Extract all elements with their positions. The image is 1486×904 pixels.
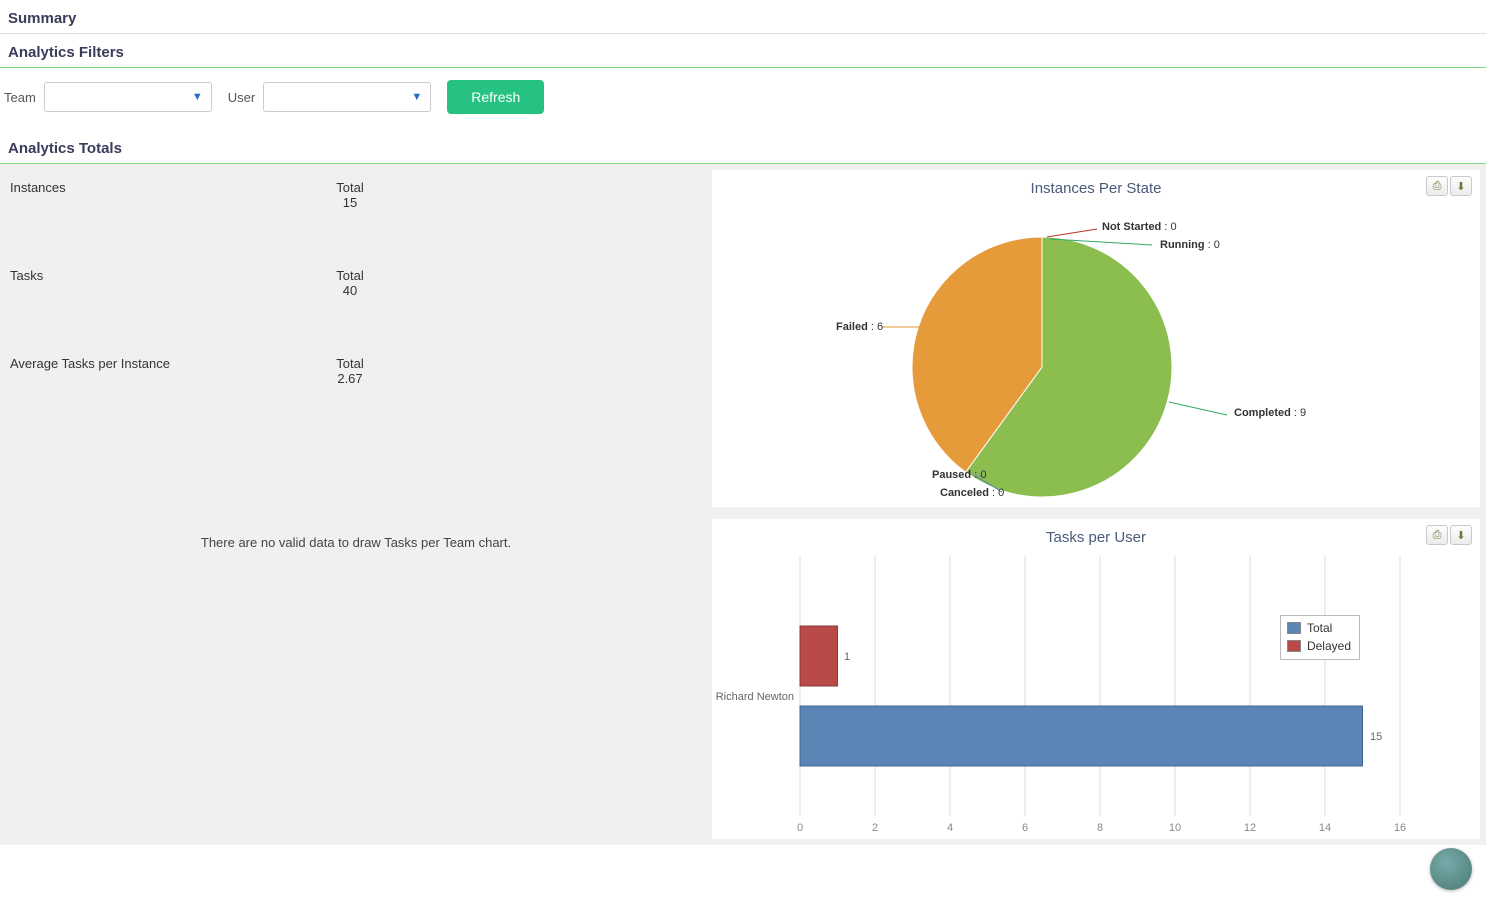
kpi-avg-total-label: Total — [336, 356, 363, 371]
svg-text:8: 8 — [1097, 822, 1103, 834]
chevron-down-icon: ▼ — [411, 91, 422, 103]
no-team-data-message: There are no valid data to draw Tasks pe… — [0, 513, 712, 845]
pie-title: Instances Per State — [712, 170, 1480, 197]
pie-panel: ⎙ ⬇ Instances Per State — [712, 170, 1480, 507]
pie-toolbar: ⎙ ⬇ — [1426, 176, 1472, 196]
svg-text:15: 15 — [1370, 731, 1382, 743]
totals-header: Analytics Totals — [0, 130, 1486, 164]
filters-header: Analytics Filters — [0, 34, 1486, 68]
pie-label-running: Running : 0 — [1160, 239, 1220, 251]
pie-chart: Not Started : 0 Running : 0 Completed : … — [712, 197, 1480, 507]
legend-swatch-delayed — [1287, 640, 1301, 652]
svg-text:1: 1 — [844, 651, 850, 663]
svg-text:0: 0 — [797, 822, 803, 834]
kpi-tasks-total-label: Total — [336, 268, 363, 283]
pie-label-completed: Completed : 9 — [1234, 407, 1306, 419]
print-icon[interactable]: ⎙ — [1426, 176, 1448, 196]
bar-toolbar: ⎙ ⬇ — [1426, 525, 1472, 545]
pie-label-paused: Paused : 0 — [932, 469, 986, 481]
refresh-button[interactable]: Refresh — [447, 80, 544, 114]
bar-chart: 1 15 0 2 4 6 8 10 12 14 16 Richard Newto… — [712, 546, 1472, 836]
kpi-instances-value: 15 — [310, 195, 390, 210]
assistant-avatar-icon[interactable] — [1430, 848, 1472, 890]
summary-header: Summary — [0, 0, 1486, 34]
lower-area: There are no valid data to draw Tasks pe… — [0, 513, 1486, 845]
bar-title: Tasks per User — [712, 519, 1480, 546]
legend-total-label: Total — [1307, 619, 1332, 637]
legend-delayed: Delayed — [1287, 637, 1351, 655]
pie-label-canceled: Canceled : 0 — [940, 487, 1004, 499]
bar-panel: ⎙ ⬇ Tasks per User 1 — [712, 519, 1480, 839]
svg-text:Richard Newton: Richard Newton — [716, 691, 794, 703]
bar-legend: Total Delayed — [1280, 615, 1360, 660]
pie-label-not-started: Not Started : 0 — [1102, 221, 1177, 233]
svg-text:10: 10 — [1169, 822, 1181, 834]
print-icon[interactable]: ⎙ — [1426, 525, 1448, 545]
kpi-instances-total-label: Total — [336, 180, 363, 195]
legend-delayed-label: Delayed — [1307, 637, 1351, 655]
svg-text:14: 14 — [1319, 822, 1331, 834]
user-dropdown[interactable]: ▼ — [263, 82, 431, 112]
svg-text:16: 16 — [1394, 822, 1406, 834]
kpi-avg-label: Average Tasks per Instance — [10, 356, 310, 386]
pie-label-failed: Failed : 6 — [836, 321, 883, 333]
legend-swatch-total — [1287, 622, 1301, 634]
team-label: Team — [4, 90, 36, 105]
download-icon[interactable]: ⬇ — [1450, 525, 1472, 545]
kpi-panel: Instances Total 15 Tasks Total 40 Averag… — [0, 164, 712, 513]
team-dropdown[interactable]: ▼ — [44, 82, 212, 112]
user-label: User — [228, 90, 255, 105]
legend-total: Total — [1287, 619, 1351, 637]
totals-area: Instances Total 15 Tasks Total 40 Averag… — [0, 164, 1486, 513]
kpi-avg: Average Tasks per Instance Total 2.67 — [0, 346, 712, 496]
kpi-instances-label: Instances — [10, 180, 310, 210]
kpi-avg-value: 2.67 — [310, 371, 390, 386]
svg-text:6: 6 — [1022, 822, 1028, 834]
kpi-tasks: Tasks Total 40 — [0, 258, 712, 346]
svg-text:4: 4 — [947, 822, 953, 834]
kpi-tasks-label: Tasks — [10, 268, 310, 298]
svg-text:2: 2 — [872, 822, 878, 834]
kpi-tasks-value: 40 — [310, 283, 390, 298]
svg-text:12: 12 — [1244, 822, 1256, 834]
filters-row: Team ▼ User ▼ Refresh — [0, 68, 1486, 130]
download-icon[interactable]: ⬇ — [1450, 176, 1472, 196]
chevron-down-icon: ▼ — [192, 91, 203, 103]
kpi-instances: Instances Total 15 — [0, 170, 712, 258]
